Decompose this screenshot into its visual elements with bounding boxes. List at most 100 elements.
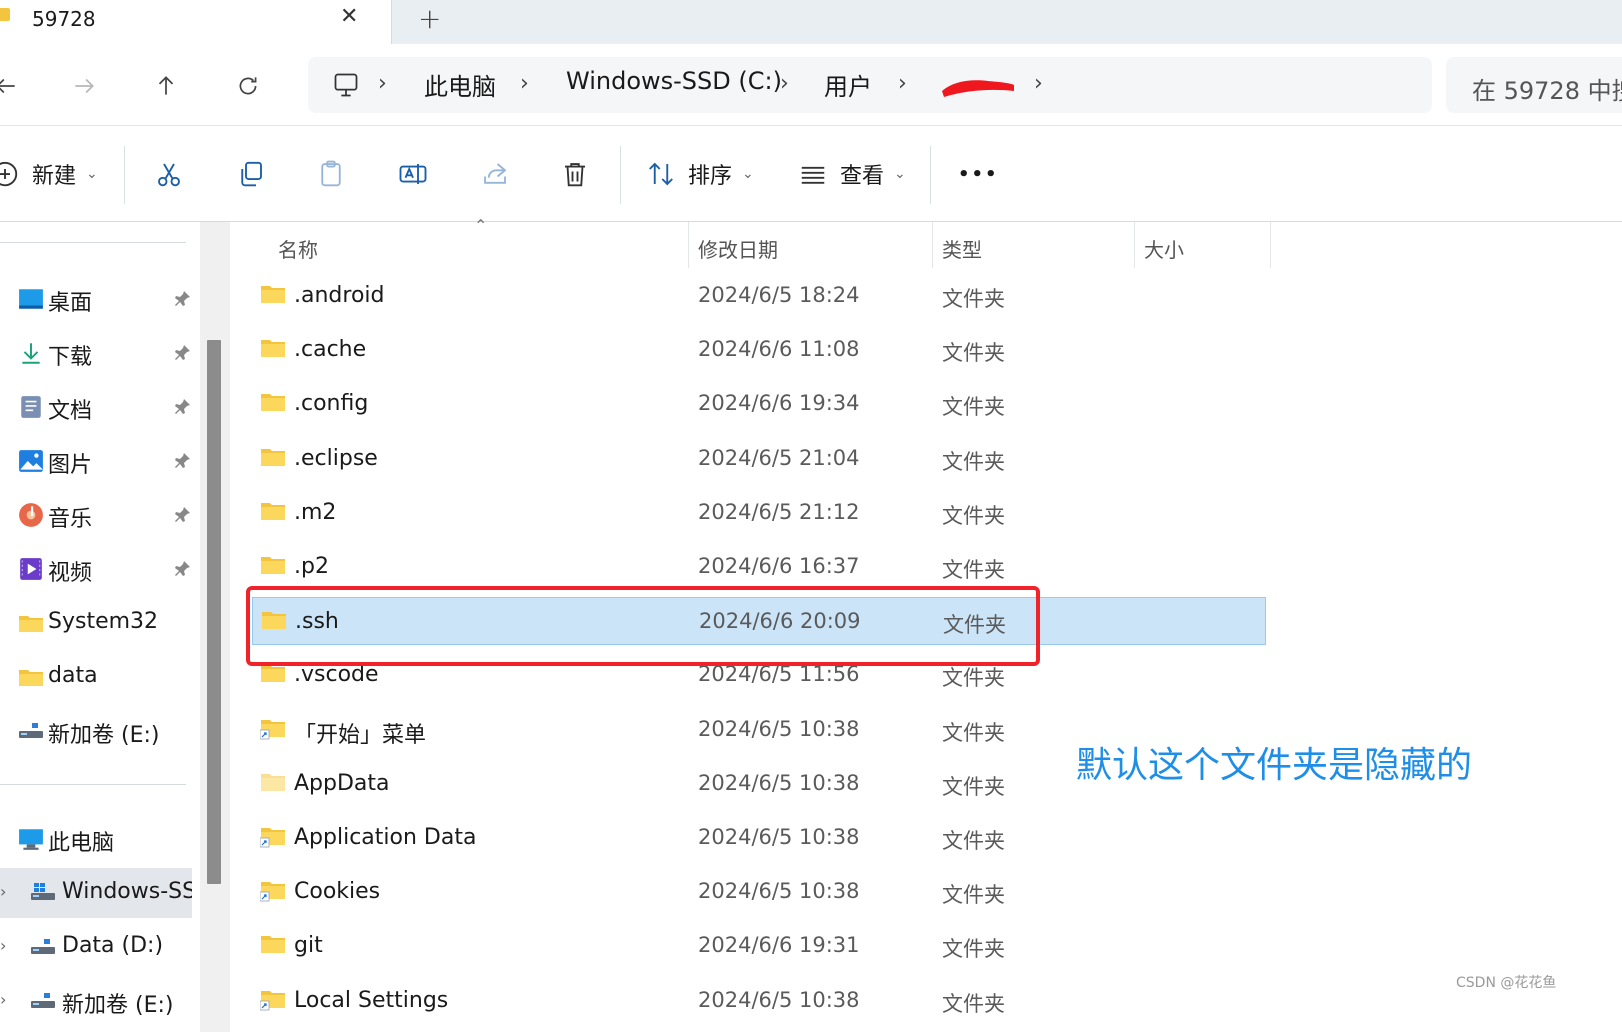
pin-icon[interactable] xyxy=(172,505,192,525)
chevron-right-icon[interactable]: › xyxy=(0,936,6,955)
redacted-username[interactable] xyxy=(940,73,1016,99)
column-header-name[interactable]: 名称 xyxy=(278,234,318,263)
chevron-right-icon[interactable]: › xyxy=(0,882,6,901)
forward-button[interactable] xyxy=(64,66,104,106)
chevron-right-icon: › xyxy=(898,71,907,96)
folder-shortcut-icon xyxy=(260,991,285,1011)
sidebar-item-desktop[interactable]: 桌面 xyxy=(0,274,198,324)
pin-icon[interactable] xyxy=(172,451,192,471)
column-divider[interactable] xyxy=(688,222,689,268)
more-options-button[interactable]: ••• xyxy=(958,150,999,198)
column-header-modified[interactable]: 修改日期 xyxy=(698,234,778,263)
delete-button[interactable] xyxy=(560,150,590,198)
file-type: 文件夹 xyxy=(942,504,1005,528)
breadcrumb-windows-ssd[interactable]: Windows-SSD (C:) xyxy=(566,67,782,95)
column-divider[interactable] xyxy=(1134,222,1135,268)
file-type: 文件夹 xyxy=(942,992,1005,1016)
sort-button[interactable]: 排序 ⌄ xyxy=(646,150,754,198)
music-icon xyxy=(19,503,43,527)
file-row[interactable]: .eclipse 2024/6/5 21:04 文件夹 xyxy=(252,435,1264,483)
file-name: .m2 xyxy=(294,500,337,525)
column-header-type[interactable]: 类型 xyxy=(942,234,982,263)
file-row[interactable]: .p2 2024/6/6 16:37 文件夹 xyxy=(252,543,1264,591)
sidebar-item-volume-e[interactable]: 新加卷 (E:) xyxy=(0,706,198,756)
address-bar[interactable]: › 此电脑 › Windows-SSD (C:) › 用户 › › xyxy=(308,57,1432,113)
file-row[interactable]: .config 2024/6/6 19:34 文件夹 xyxy=(252,380,1264,428)
file-modified-date: 2024/6/6 19:31 xyxy=(698,933,860,957)
sidebar-item-data-folder[interactable]: data xyxy=(0,652,198,702)
column-divider[interactable] xyxy=(1270,222,1271,268)
file-type: 文件夹 xyxy=(942,775,1005,799)
sidebar-item-music[interactable]: 音乐 xyxy=(0,490,198,540)
file-row[interactable]: Application Data 2024/6/5 10:38 文件夹 xyxy=(252,814,1264,862)
sidebar-item-pictures[interactable]: 图片 xyxy=(0,436,198,486)
sidebar-item-windows-ssd[interactable]: › Windows-SSD xyxy=(0,868,192,918)
sidebar-item-downloads[interactable]: 下载 xyxy=(0,328,198,378)
pin-icon[interactable] xyxy=(172,289,192,309)
folder-icon xyxy=(261,286,285,303)
chevron-right-icon: › xyxy=(1034,71,1043,96)
cut-button[interactable] xyxy=(154,150,184,198)
chevron-right-icon[interactable]: › xyxy=(0,990,6,1009)
new-button[interactable]: 新建 ⌄ xyxy=(0,150,98,198)
close-icon[interactable]: ✕ xyxy=(340,4,358,29)
share-button[interactable] xyxy=(480,150,510,198)
sidebar-item-system32[interactable]: System32 xyxy=(0,598,198,648)
folder-icon xyxy=(19,616,43,632)
file-type: 文件夹 xyxy=(942,883,1005,907)
file-modified-date: 2024/6/6 19:34 xyxy=(698,391,860,415)
search-placeholder: 在 59728 中搜 xyxy=(1472,77,1622,105)
sidebar-item-documents[interactable]: 文档 xyxy=(0,382,198,432)
file-name: .eclipse xyxy=(294,446,378,471)
tab-strip: 59728 ✕ + xyxy=(0,0,1622,44)
rename-button[interactable] xyxy=(398,150,428,198)
nav-pane-scrollbar[interactable] xyxy=(200,222,230,1032)
file-modified-date: 2024/6/5 21:04 xyxy=(698,446,860,470)
folder-icon xyxy=(261,936,285,953)
video-icon xyxy=(20,558,42,580)
sidebar-item-this-pc[interactable]: 此电脑 xyxy=(0,814,198,864)
pin-icon[interactable] xyxy=(172,343,192,363)
breadcrumb-this-pc[interactable]: 此电脑 xyxy=(424,67,496,102)
sidebar-item-data-d[interactable]: › Data (D:) xyxy=(0,922,198,972)
file-row[interactable]: .android 2024/6/5 18:24 文件夹 xyxy=(252,272,1264,320)
file-row[interactable]: Local Settings 2024/6/5 10:38 文件夹 xyxy=(252,977,1264,1025)
pin-icon[interactable] xyxy=(172,397,192,417)
new-tab-button[interactable]: + xyxy=(418,2,441,35)
chevron-right-icon: › xyxy=(520,71,529,96)
divider xyxy=(620,146,621,204)
chevron-down-icon: ⌄ xyxy=(894,166,906,182)
file-row[interactable]: git 2024/6/6 19:31 文件夹 xyxy=(252,922,1264,970)
annotation-note: 默认这个文件夹是隐藏的 xyxy=(1076,745,1473,786)
file-type: 文件夹 xyxy=(942,829,1005,853)
copy-button[interactable] xyxy=(236,150,266,198)
sidebar-item-videos[interactable]: 视频 xyxy=(0,544,198,594)
column-divider[interactable] xyxy=(932,222,933,268)
command-bar: 新建 ⌄ 排序 ⌄ 查看 ⌄ ••• xyxy=(0,126,1622,222)
back-button[interactable] xyxy=(0,66,26,106)
navigation-pane: 桌面 下载 文档 图片 音乐 视频 System32 data 新加卷 (E:) xyxy=(0,222,200,1032)
column-header-size[interactable]: 大小 xyxy=(1144,234,1184,263)
folder-shortcut-icon xyxy=(260,828,285,848)
this-pc-icon xyxy=(19,829,43,850)
paste-button[interactable] xyxy=(316,150,346,198)
search-box[interactable]: 在 59728 中搜 xyxy=(1446,57,1622,113)
breadcrumb-users[interactable]: 用户 xyxy=(824,67,872,102)
tab-title: 59728 xyxy=(32,7,96,31)
pin-icon[interactable] xyxy=(172,559,192,579)
refresh-button[interactable] xyxy=(228,66,268,106)
file-row[interactable]: Cookies 2024/6/5 10:38 文件夹 xyxy=(252,868,1264,916)
back-arrow-icon xyxy=(0,78,15,94)
divider xyxy=(930,146,931,204)
tab-active[interactable]: 59728 ✕ xyxy=(0,0,392,44)
file-row[interactable]: .cache 2024/6/6 11:08 文件夹 xyxy=(252,326,1264,374)
up-button[interactable] xyxy=(146,66,186,106)
file-type: 文件夹 xyxy=(942,450,1005,474)
scrollbar-thumb[interactable] xyxy=(207,340,221,884)
view-button[interactable]: 查看 ⌄ xyxy=(798,150,906,198)
file-name: Local Settings xyxy=(294,988,449,1013)
folder-shortcut-icon xyxy=(260,882,285,902)
file-row[interactable]: .m2 2024/6/5 21:12 文件夹 xyxy=(252,489,1264,537)
sidebar-item-volume-e-2[interactable]: › 新加卷 (E:) xyxy=(0,976,198,1026)
file-modified-date: 2024/6/5 18:24 xyxy=(698,283,860,307)
